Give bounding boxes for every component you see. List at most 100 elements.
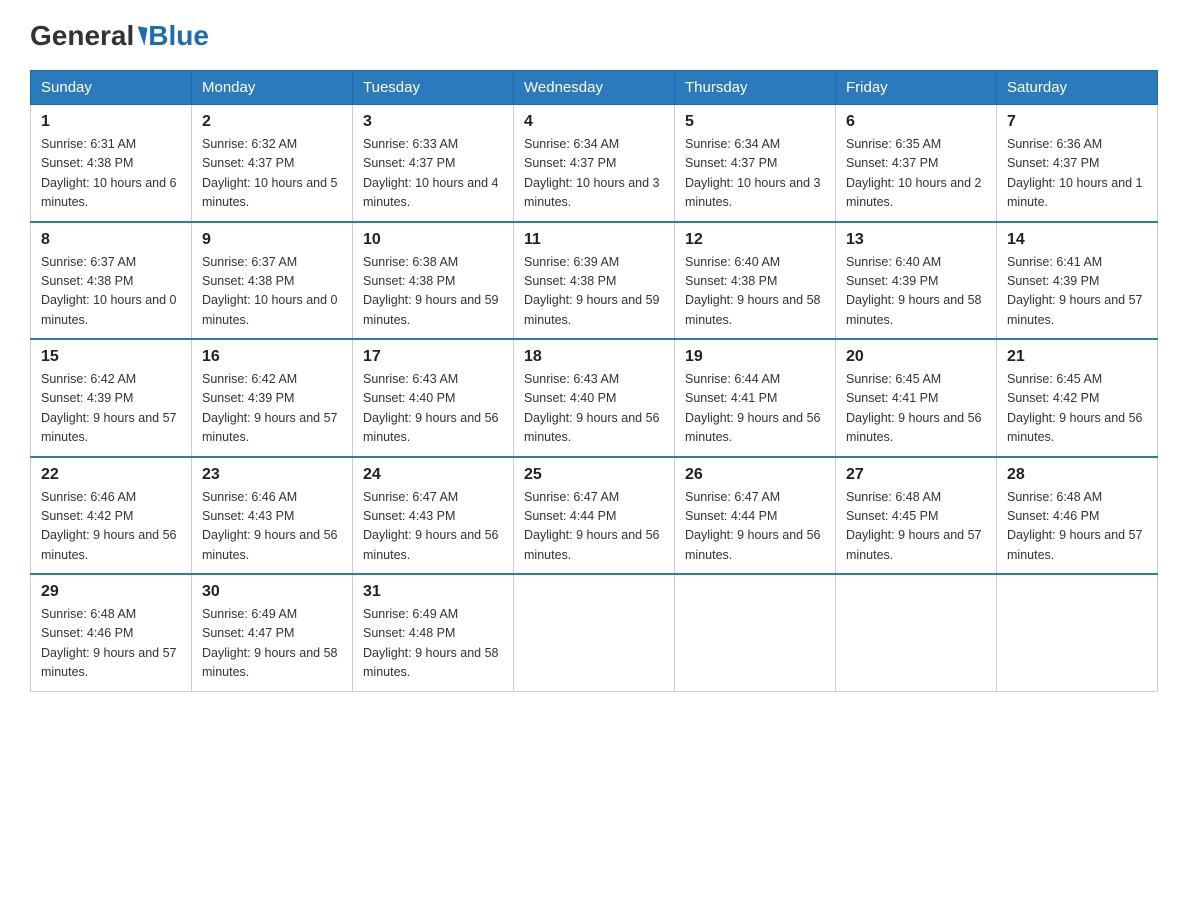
day-info: Sunrise: 6:48 AM Sunset: 4:46 PM Dayligh… [1007, 488, 1147, 566]
day-number: 19 [685, 348, 825, 366]
day-info: Sunrise: 6:40 AM Sunset: 4:39 PM Dayligh… [846, 253, 986, 331]
calendar-cell: 14 Sunrise: 6:41 AM Sunset: 4:39 PM Dayl… [997, 222, 1158, 340]
logo-blue-text: Blue [148, 20, 209, 52]
day-number: 26 [685, 466, 825, 484]
day-info: Sunrise: 6:33 AM Sunset: 4:37 PM Dayligh… [363, 135, 503, 213]
day-info: Sunrise: 6:32 AM Sunset: 4:37 PM Dayligh… [202, 135, 342, 213]
day-info: Sunrise: 6:37 AM Sunset: 4:38 PM Dayligh… [202, 253, 342, 331]
day-info: Sunrise: 6:43 AM Sunset: 4:40 PM Dayligh… [524, 370, 664, 448]
calendar-cell: 16 Sunrise: 6:42 AM Sunset: 4:39 PM Dayl… [192, 339, 353, 457]
day-number: 28 [1007, 466, 1147, 484]
calendar-cell: 21 Sunrise: 6:45 AM Sunset: 4:42 PM Dayl… [997, 339, 1158, 457]
day-number: 15 [41, 348, 181, 366]
day-number: 1 [41, 113, 181, 131]
week-row-1: 1 Sunrise: 6:31 AM Sunset: 4:38 PM Dayli… [31, 105, 1158, 222]
week-row-3: 15 Sunrise: 6:42 AM Sunset: 4:39 PM Dayl… [31, 339, 1158, 457]
calendar-cell: 5 Sunrise: 6:34 AM Sunset: 4:37 PM Dayli… [675, 105, 836, 222]
day-info: Sunrise: 6:43 AM Sunset: 4:40 PM Dayligh… [363, 370, 503, 448]
calendar-cell: 8 Sunrise: 6:37 AM Sunset: 4:38 PM Dayli… [31, 222, 192, 340]
calendar-cell: 31 Sunrise: 6:49 AM Sunset: 4:48 PM Dayl… [353, 574, 514, 691]
calendar-cell: 18 Sunrise: 6:43 AM Sunset: 4:40 PM Dayl… [514, 339, 675, 457]
calendar-cell: 25 Sunrise: 6:47 AM Sunset: 4:44 PM Dayl… [514, 457, 675, 575]
calendar-cell: 9 Sunrise: 6:37 AM Sunset: 4:38 PM Dayli… [192, 222, 353, 340]
day-number: 18 [524, 348, 664, 366]
day-info: Sunrise: 6:38 AM Sunset: 4:38 PM Dayligh… [363, 253, 503, 331]
calendar-cell: 27 Sunrise: 6:48 AM Sunset: 4:45 PM Dayl… [836, 457, 997, 575]
day-header-saturday: Saturday [997, 71, 1158, 105]
day-number: 23 [202, 466, 342, 484]
day-info: Sunrise: 6:44 AM Sunset: 4:41 PM Dayligh… [685, 370, 825, 448]
calendar-cell [836, 574, 997, 691]
day-number: 14 [1007, 231, 1147, 249]
day-info: Sunrise: 6:35 AM Sunset: 4:37 PM Dayligh… [846, 135, 986, 213]
day-info: Sunrise: 6:42 AM Sunset: 4:39 PM Dayligh… [41, 370, 181, 448]
day-number: 3 [363, 113, 503, 131]
calendar-cell: 28 Sunrise: 6:48 AM Sunset: 4:46 PM Dayl… [997, 457, 1158, 575]
day-number: 17 [363, 348, 503, 366]
calendar-cell [997, 574, 1158, 691]
day-number: 31 [363, 583, 503, 601]
day-number: 8 [41, 231, 181, 249]
day-number: 6 [846, 113, 986, 131]
day-number: 29 [41, 583, 181, 601]
day-info: Sunrise: 6:41 AM Sunset: 4:39 PM Dayligh… [1007, 253, 1147, 331]
calendar-cell: 24 Sunrise: 6:47 AM Sunset: 4:43 PM Dayl… [353, 457, 514, 575]
calendar-cell: 11 Sunrise: 6:39 AM Sunset: 4:38 PM Dayl… [514, 222, 675, 340]
calendar-cell: 7 Sunrise: 6:36 AM Sunset: 4:37 PM Dayli… [997, 105, 1158, 222]
day-info: Sunrise: 6:48 AM Sunset: 4:45 PM Dayligh… [846, 488, 986, 566]
calendar-cell: 12 Sunrise: 6:40 AM Sunset: 4:38 PM Dayl… [675, 222, 836, 340]
calendar-cell: 1 Sunrise: 6:31 AM Sunset: 4:38 PM Dayli… [31, 105, 192, 222]
day-info: Sunrise: 6:49 AM Sunset: 4:48 PM Dayligh… [363, 605, 503, 683]
day-number: 24 [363, 466, 503, 484]
days-header-row: SundayMondayTuesdayWednesdayThursdayFrid… [31, 71, 1158, 105]
day-header-sunday: Sunday [31, 71, 192, 105]
logo-general-text: General [30, 20, 134, 52]
day-info: Sunrise: 6:34 AM Sunset: 4:37 PM Dayligh… [685, 135, 825, 213]
day-info: Sunrise: 6:47 AM Sunset: 4:43 PM Dayligh… [363, 488, 503, 566]
week-row-2: 8 Sunrise: 6:37 AM Sunset: 4:38 PM Dayli… [31, 222, 1158, 340]
day-number: 9 [202, 231, 342, 249]
logo: General Blue [30, 20, 209, 52]
day-number: 27 [846, 466, 986, 484]
day-header-monday: Monday [192, 71, 353, 105]
calendar-table: SundayMondayTuesdayWednesdayThursdayFrid… [30, 70, 1158, 692]
calendar-cell [514, 574, 675, 691]
logo-triangle-icon [135, 26, 148, 45]
day-info: Sunrise: 6:31 AM Sunset: 4:38 PM Dayligh… [41, 135, 181, 213]
day-info: Sunrise: 6:37 AM Sunset: 4:38 PM Dayligh… [41, 253, 181, 331]
calendar-cell: 23 Sunrise: 6:46 AM Sunset: 4:43 PM Dayl… [192, 457, 353, 575]
day-info: Sunrise: 6:46 AM Sunset: 4:43 PM Dayligh… [202, 488, 342, 566]
day-info: Sunrise: 6:46 AM Sunset: 4:42 PM Dayligh… [41, 488, 181, 566]
day-number: 2 [202, 113, 342, 131]
calendar-cell: 13 Sunrise: 6:40 AM Sunset: 4:39 PM Dayl… [836, 222, 997, 340]
day-info: Sunrise: 6:34 AM Sunset: 4:37 PM Dayligh… [524, 135, 664, 213]
day-info: Sunrise: 6:49 AM Sunset: 4:47 PM Dayligh… [202, 605, 342, 683]
day-number: 5 [685, 113, 825, 131]
day-info: Sunrise: 6:47 AM Sunset: 4:44 PM Dayligh… [524, 488, 664, 566]
day-header-thursday: Thursday [675, 71, 836, 105]
day-info: Sunrise: 6:36 AM Sunset: 4:37 PM Dayligh… [1007, 135, 1147, 213]
calendar-cell: 30 Sunrise: 6:49 AM Sunset: 4:47 PM Dayl… [192, 574, 353, 691]
day-number: 22 [41, 466, 181, 484]
day-header-wednesday: Wednesday [514, 71, 675, 105]
day-number: 20 [846, 348, 986, 366]
calendar-cell: 17 Sunrise: 6:43 AM Sunset: 4:40 PM Dayl… [353, 339, 514, 457]
day-header-friday: Friday [836, 71, 997, 105]
day-number: 16 [202, 348, 342, 366]
day-number: 21 [1007, 348, 1147, 366]
calendar-cell: 26 Sunrise: 6:47 AM Sunset: 4:44 PM Dayl… [675, 457, 836, 575]
day-header-tuesday: Tuesday [353, 71, 514, 105]
week-row-5: 29 Sunrise: 6:48 AM Sunset: 4:46 PM Dayl… [31, 574, 1158, 691]
calendar-cell: 3 Sunrise: 6:33 AM Sunset: 4:37 PM Dayli… [353, 105, 514, 222]
day-number: 10 [363, 231, 503, 249]
calendar-cell: 10 Sunrise: 6:38 AM Sunset: 4:38 PM Dayl… [353, 222, 514, 340]
day-number: 11 [524, 231, 664, 249]
day-number: 25 [524, 466, 664, 484]
day-number: 4 [524, 113, 664, 131]
calendar-cell: 2 Sunrise: 6:32 AM Sunset: 4:37 PM Dayli… [192, 105, 353, 222]
week-row-4: 22 Sunrise: 6:46 AM Sunset: 4:42 PM Dayl… [31, 457, 1158, 575]
calendar-cell [675, 574, 836, 691]
day-info: Sunrise: 6:45 AM Sunset: 4:41 PM Dayligh… [846, 370, 986, 448]
day-info: Sunrise: 6:39 AM Sunset: 4:38 PM Dayligh… [524, 253, 664, 331]
day-number: 7 [1007, 113, 1147, 131]
